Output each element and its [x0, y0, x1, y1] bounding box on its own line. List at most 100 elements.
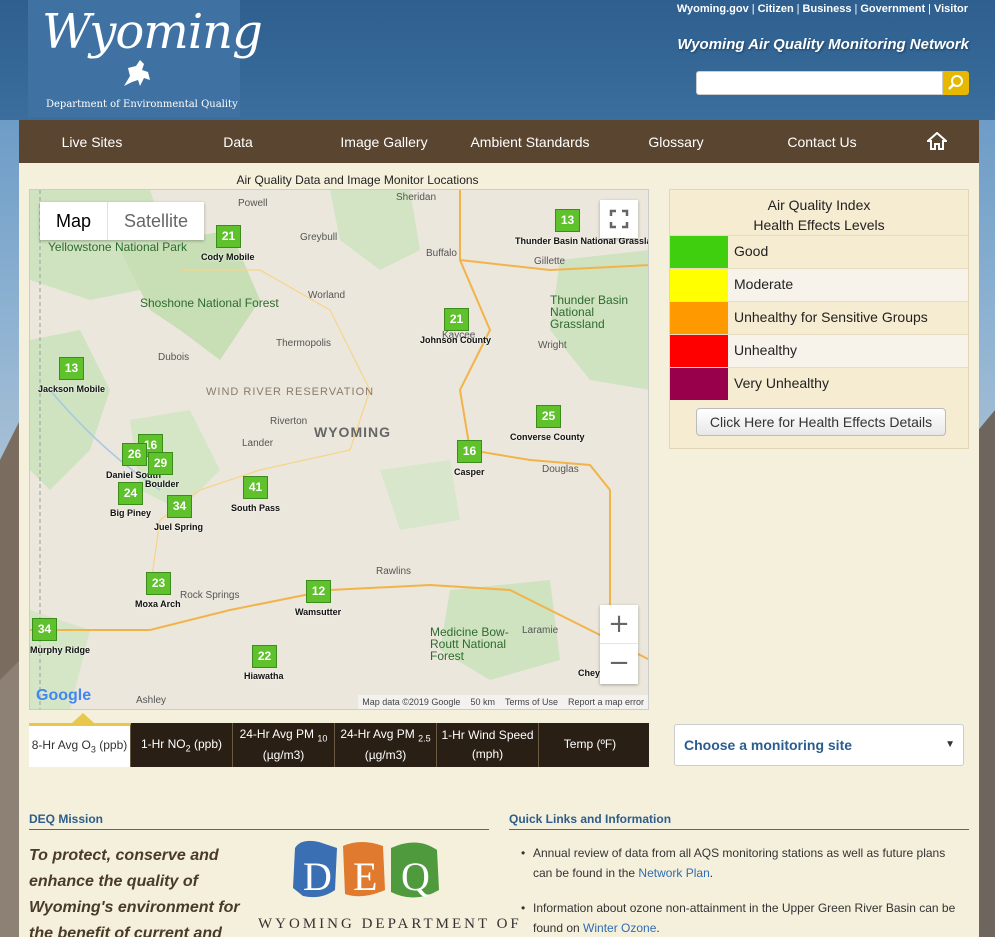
pollutant-tabs: 8-Hr Avg O3 (ppb) 1-Hr NO2 (ppb) 24-Hr A…	[29, 723, 649, 767]
deq-logo[interactable]: Wyoming Department of Environmental Qual…	[28, 0, 263, 117]
tab-ozone[interactable]: 8-Hr Avg O3 (ppb)	[29, 723, 131, 767]
place-label: Shoshone National Forest	[140, 296, 279, 310]
nav-ambient-standards[interactable]: Ambient Standards	[457, 134, 603, 150]
monitoring-site-select[interactable]: Choose a monitoring site ▼	[674, 724, 964, 766]
top-link-government[interactable]: Government	[860, 3, 925, 15]
map-type-control: Map Satellite	[40, 202, 205, 240]
monitor-map[interactable]: Yellowstone National Park Shoshone Natio…	[29, 189, 649, 710]
network-title: Wyoming Air Quality Monitoring Network	[677, 36, 969, 53]
site-marker[interactable]: 13	[555, 209, 580, 232]
tab-pm25[interactable]: 24-Hr Avg PM 2.5 (µg/m3)	[335, 723, 437, 767]
site-marker[interactable]: 41	[243, 476, 268, 499]
quick-links-list: Annual review of data from all AQS monit…	[519, 843, 959, 937]
site-marker[interactable]: 21	[216, 225, 241, 248]
logo-subtitle: Department of Environmental Quality	[46, 99, 238, 110]
top-link-wyoming-gov[interactable]: Wyoming.gov	[677, 3, 749, 15]
site-label: Moxa Arch	[135, 599, 181, 609]
site-marker[interactable]: 13	[59, 357, 84, 380]
nav-live-sites[interactable]: Live Sites	[19, 134, 165, 150]
google-logo: Google	[36, 687, 92, 704]
site-label: Johnson County	[420, 335, 491, 345]
place-label: Douglas	[542, 464, 579, 475]
top-link-visitor[interactable]: Visitor	[934, 3, 968, 15]
site-label: Boulder	[145, 479, 180, 489]
tab-temp[interactable]: Temp (ºF)	[539, 723, 641, 767]
quick-links-title: Quick Links and Information	[509, 812, 672, 826]
site-marker[interactable]: 34	[167, 495, 192, 518]
tab-no2[interactable]: 1-Hr NO2 (ppb)	[131, 723, 233, 767]
site-marker[interactable]: 12	[306, 580, 331, 603]
nav-image-gallery[interactable]: Image Gallery	[311, 134, 457, 150]
site-label: Wamsutter	[295, 607, 342, 617]
site-marker[interactable]: 34	[32, 618, 57, 641]
map-data-credit: Map data ©2019 Google	[362, 697, 461, 707]
mission-text: To protect, conserve and enhance the qua…	[29, 847, 240, 937]
tab-wind-speed[interactable]: 1-Hr Wind Speed (mph)	[437, 723, 539, 767]
site-marker[interactable]: 23	[146, 572, 171, 595]
site-label: Murphy Ridge	[30, 645, 90, 655]
aqi-swatch	[670, 368, 728, 400]
aqi-swatch	[670, 335, 728, 367]
aqi-level-very-unhealthy: Very Unhealthy	[670, 367, 968, 400]
place-label: Thermopolis	[276, 338, 332, 349]
winter-ozone-link[interactable]: Winter Ozone	[583, 921, 656, 935]
site-marker[interactable]: 29	[148, 452, 173, 475]
top-link-citizen[interactable]: Citizen	[758, 3, 794, 15]
map-type-map-button[interactable]: Map	[40, 202, 107, 240]
aqi-swatch	[670, 236, 728, 268]
map-type-satellite-button[interactable]: Satellite	[107, 202, 204, 240]
aqi-title: Air Quality Index Health Effects Levels	[753, 197, 885, 233]
site-marker[interactable]: 22	[252, 645, 277, 668]
map-scale: 50 km	[470, 697, 495, 707]
fullscreen-icon	[609, 209, 629, 229]
site-marker[interactable]: 16	[457, 440, 482, 463]
zoom-control: + −	[600, 605, 638, 684]
place-label: Sheridan	[396, 192, 437, 203]
network-plan-link[interactable]: Network Plan	[638, 866, 709, 880]
place-label: Laramie	[522, 625, 559, 636]
chevron-down-icon: ▼	[945, 739, 955, 750]
health-effects-button[interactable]: Click Here for Health Effects Details	[696, 408, 946, 436]
top-link-business[interactable]: Business	[803, 3, 852, 15]
place-label: Lander	[242, 438, 274, 449]
aqi-level-usg: Unhealthy for Sensitive Groups	[670, 301, 968, 334]
top-links: Wyoming.gov | Citizen | Business | Government |…	[676, 3, 968, 15]
nav-glossary[interactable]: Glossary	[603, 134, 749, 150]
logo-wordmark: Wyoming	[42, 4, 263, 60]
map-footer: Map data ©2019 Google 50 km Terms of Use…	[358, 695, 648, 709]
place-label: Rawlins	[376, 566, 412, 577]
place-label: Buffalo	[426, 248, 457, 259]
site-label: Juel Spring	[154, 522, 204, 532]
site-label: Hiawatha	[244, 671, 284, 681]
place-label: Wright	[538, 340, 567, 351]
home-icon[interactable]	[927, 132, 947, 150]
nav-contact-us[interactable]: Contact Us	[749, 134, 895, 150]
deq-letter-d: D	[303, 854, 332, 899]
site-marker[interactable]: 25	[536, 405, 561, 428]
site-marker[interactable]: 24	[118, 482, 143, 505]
quick-links-divider	[509, 829, 969, 830]
place-label: Ashley	[136, 695, 167, 706]
zoom-in-button[interactable]: +	[600, 605, 638, 644]
search-button[interactable]	[943, 71, 969, 95]
deq-logo-caption: WYOMING DEPARTMENT OF	[258, 916, 522, 932]
site-marker[interactable]: 26	[122, 443, 147, 466]
nav-data[interactable]: Data	[165, 134, 311, 150]
report-error-link[interactable]: Report a map error	[568, 697, 644, 707]
deq-letter-q: Q	[401, 854, 430, 899]
search-input[interactable]	[696, 71, 943, 95]
site-label: Casper	[454, 467, 485, 477]
terms-link[interactable]: Terms of Use	[505, 697, 558, 707]
list-item: Information about ozone non-attainment i…	[519, 898, 959, 937]
place-label: Dubois	[158, 352, 190, 363]
fullscreen-button[interactable]	[600, 200, 638, 238]
aqi-level-moderate: Moderate	[670, 268, 968, 301]
zoom-out-button[interactable]: −	[600, 644, 638, 683]
site-marker[interactable]: 21	[444, 308, 469, 331]
tab-pointer	[72, 713, 94, 723]
place-label: WIND RIVER RESERVATION	[206, 386, 375, 398]
place-label: Worland	[308, 290, 346, 301]
place-label: Yellowstone National Park	[48, 240, 187, 254]
tab-pm10[interactable]: 24-Hr Avg PM 10 (µg/m3)	[233, 723, 335, 767]
main-nav: Live Sites Data Image Gallery Ambient St…	[19, 120, 979, 163]
